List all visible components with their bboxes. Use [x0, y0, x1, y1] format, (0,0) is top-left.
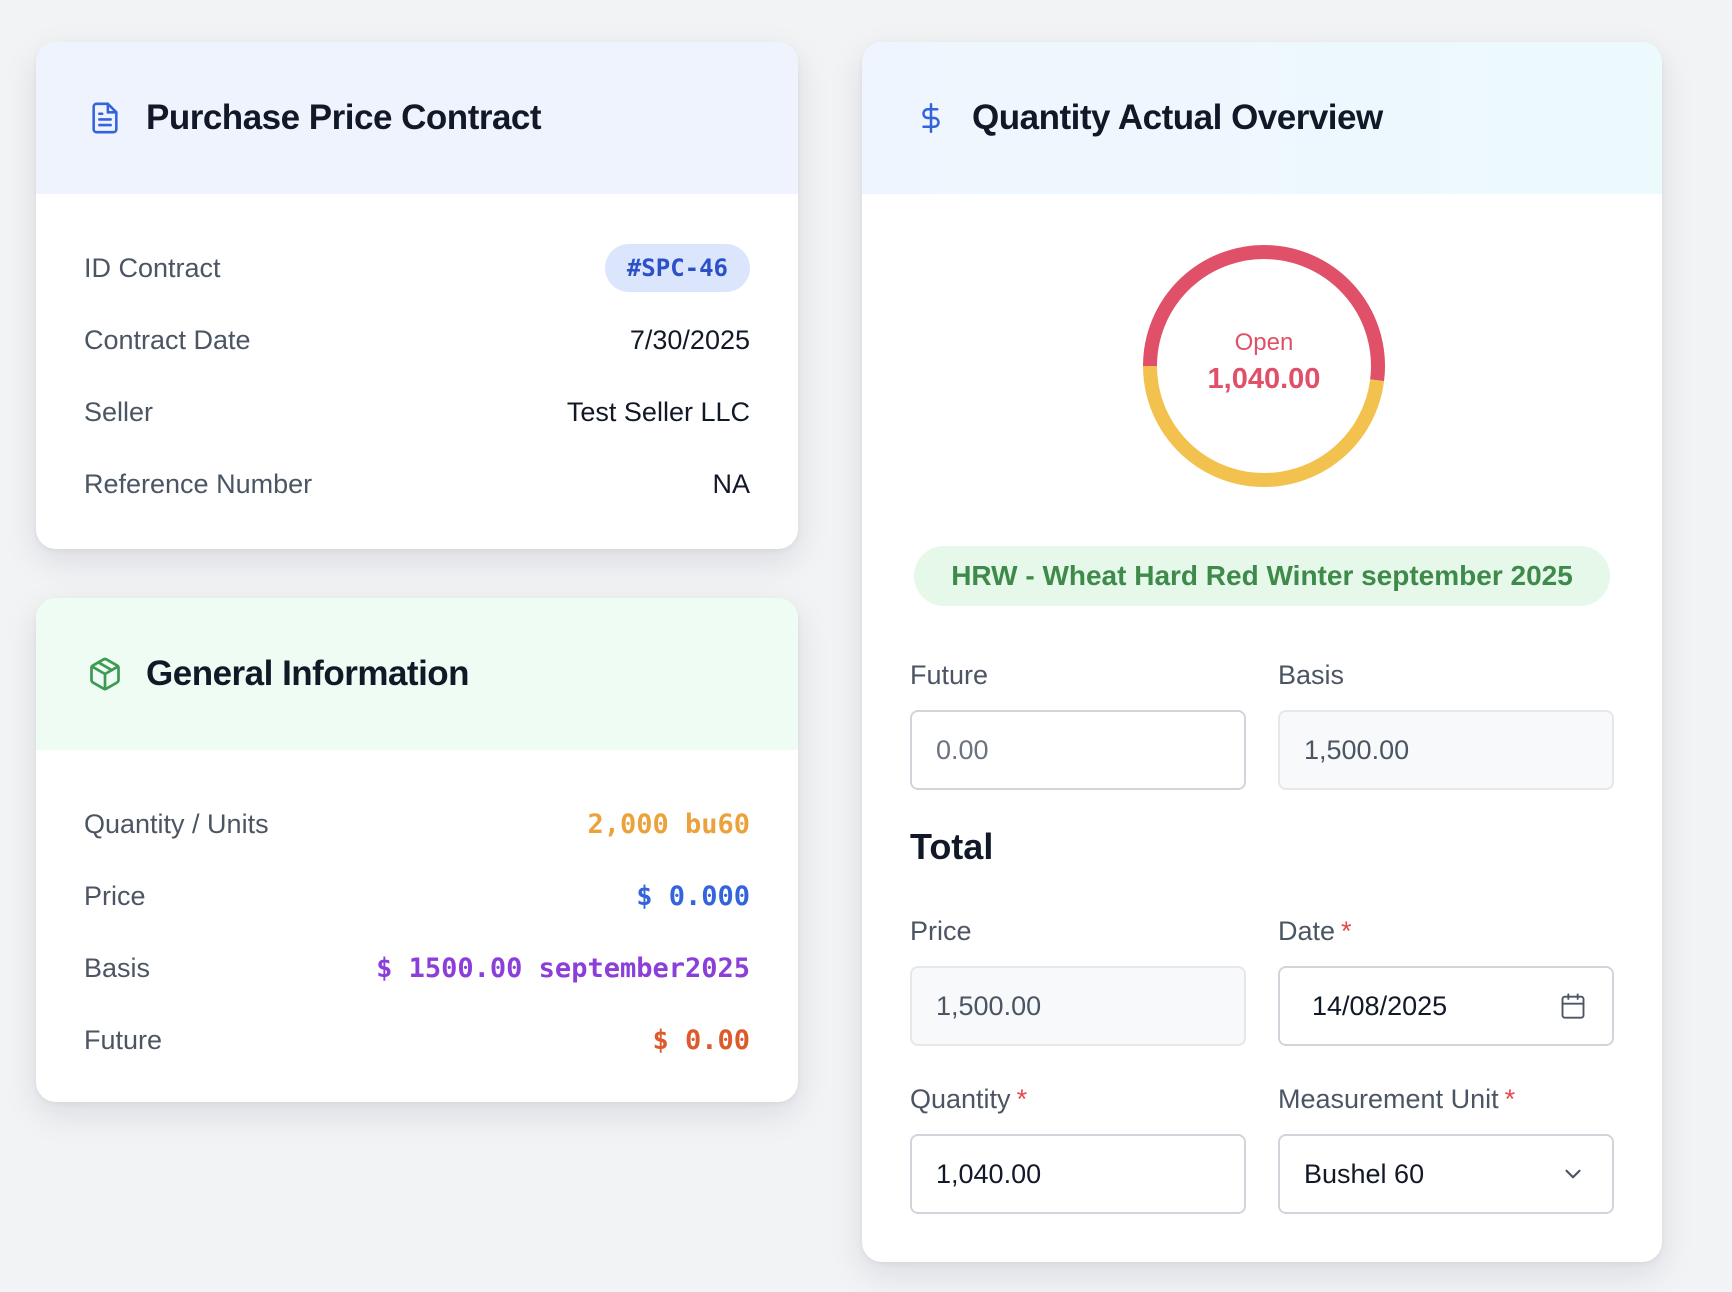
contract-id-badge: #SPC-46: [604, 244, 750, 292]
contract-date-label: Contract Date: [84, 324, 251, 355]
contract-card-title: Purchase Price Contract: [146, 98, 542, 137]
reference-number-label: Reference Number: [84, 468, 313, 499]
contract-details: ID Contract #SPC-46 Contract Date 7/30/2…: [36, 194, 798, 520]
general-information-card: General Information Quantity / Units 2,0…: [36, 598, 798, 1102]
quantity-input-value: 1,040.00: [936, 1158, 1042, 1189]
date-label-text: Date: [1278, 916, 1336, 946]
quantity-label-text: Quantity: [910, 1084, 1011, 1114]
quantity-field-label: Quantity *: [910, 1084, 1027, 1115]
general-details: Quantity / Units 2,000 bu60 Price $ 0.00…: [36, 750, 798, 1076]
quantity-input[interactable]: 1,040.00: [910, 1134, 1246, 1214]
date-input-value: 14/08/2025: [1312, 990, 1448, 1021]
measurement-unit-field-label: Measurement Unit *: [1278, 1084, 1515, 1115]
price-input[interactable]: 1,500.00: [910, 966, 1246, 1046]
quantity-units-value: 2,000 bu60: [587, 808, 750, 840]
basis-value: $ 1500.00 september2025: [376, 952, 750, 984]
future-field-label: Future: [910, 660, 989, 690]
measurement-unit-select[interactable]: Bushel 60: [1278, 1134, 1614, 1214]
measurement-unit-value: Bushel 60: [1304, 1158, 1425, 1189]
dollar-icon: [912, 99, 950, 137]
price-value: $ 0.000: [636, 880, 750, 912]
basis-label: Basis: [84, 952, 151, 983]
reference-number-value: NA: [712, 468, 750, 499]
overview-card-header: Quantity Actual Overview: [862, 42, 1662, 194]
general-card-header: General Information: [36, 598, 798, 750]
general-card-title: General Information: [146, 654, 470, 693]
basis-row: Basis $ 1500.00 september2025: [84, 932, 750, 1004]
chevron-down-icon: [1558, 1159, 1588, 1189]
document-icon: [86, 99, 124, 137]
future-label: Future: [84, 1024, 163, 1055]
seller-value: Test Seller LLC: [566, 396, 750, 427]
commodity-badge: HRW - Wheat Hard Red Winter september 20…: [914, 546, 1610, 606]
price-label: Price: [84, 880, 146, 911]
future-row: Future $ 0.00: [84, 1004, 750, 1076]
date-input[interactable]: 14/08/2025: [1278, 966, 1614, 1046]
contract-date-row: Contract Date 7/30/2025: [84, 304, 750, 376]
purchase-price-contract-card: Purchase Price Contract ID Contract #SPC…: [36, 42, 798, 549]
donut-value: 1,040.00: [1207, 362, 1321, 395]
id-contract-row: ID Contract #SPC-46: [84, 232, 750, 304]
measurement-unit-label-text: Measurement Unit: [1278, 1084, 1499, 1114]
seller-row: Seller Test Seller LLC: [84, 376, 750, 448]
quantity-actual-overview-card: Quantity Actual Overview Open 1,040.00 H…: [862, 42, 1662, 1262]
calendar-icon[interactable]: [1558, 991, 1588, 1021]
id-contract-label: ID Contract: [84, 252, 221, 283]
seller-label: Seller: [84, 396, 154, 427]
price-input-value: 1,500.00: [936, 990, 1042, 1021]
overview-card-title: Quantity Actual Overview: [972, 98, 1383, 137]
quantity-units-label: Quantity / Units: [84, 808, 269, 839]
contract-date-value: 7/30/2025: [629, 324, 750, 355]
measurement-unit-required-mark: *: [1504, 1084, 1516, 1114]
basis-input[interactable]: 1,500.00: [1278, 710, 1614, 790]
donut-center: Open 1,040.00: [1140, 242, 1388, 490]
contract-card-header: Purchase Price Contract: [36, 42, 798, 194]
basis-input-value: 1,500.00: [1304, 734, 1410, 765]
price-row: Price $ 0.000: [84, 860, 750, 932]
donut-label: Open: [1234, 328, 1294, 356]
future-input-placeholder: 0.00: [936, 734, 989, 765]
quantity-donut-chart: Open 1,040.00: [1140, 242, 1388, 490]
future-value: $ 0.00: [652, 1024, 750, 1056]
date-field-label: Date *: [1278, 916, 1352, 947]
basis-field-label: Basis: [1278, 660, 1345, 690]
reference-number-row: Reference Number NA: [84, 448, 750, 520]
total-section-title: Total: [910, 826, 994, 867]
package-icon: [86, 655, 124, 693]
quantity-required-mark: *: [1016, 1084, 1028, 1114]
date-required-mark: *: [1341, 916, 1352, 946]
quantity-units-row: Quantity / Units 2,000 bu60: [84, 788, 750, 860]
future-input[interactable]: 0.00: [910, 710, 1246, 790]
price-field-label: Price: [910, 916, 972, 946]
